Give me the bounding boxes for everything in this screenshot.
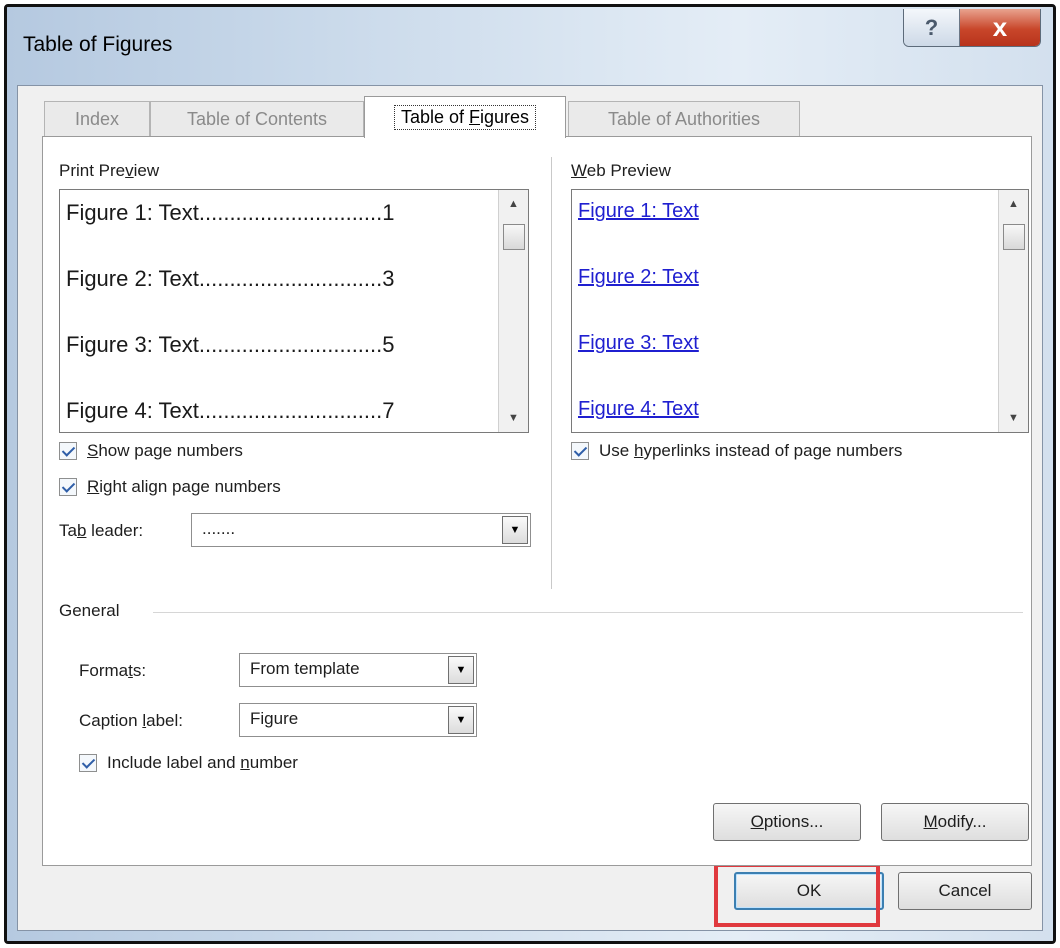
tab-label: Table of Authorities [607, 109, 761, 129]
window-controls: ? x [903, 9, 1041, 47]
tab-label: Table of Contents [186, 109, 328, 129]
print-preview-label: Print Preview [59, 161, 160, 180]
formats-label: Formats: [79, 661, 147, 680]
dialog-title: Table of Figures [23, 33, 173, 56]
button-label: Modify... [923, 812, 987, 831]
include-label-number-checkbox[interactable]: Include label and number [79, 753, 298, 773]
print-preview-box[interactable]: Figure 1: Text..........................… [59, 189, 529, 433]
tab-index[interactable]: Index [44, 101, 150, 137]
use-hyperlinks-checkbox[interactable]: Use hyperlinks instead of page numbers [571, 441, 902, 461]
tab-leader-select[interactable]: ....... ▼ [191, 513, 531, 547]
chevron-down-icon[interactable]: ▼ [448, 656, 474, 684]
formats-value: From template [250, 659, 360, 678]
web-preview-link: Figure 1: Text [578, 200, 699, 222]
checkbox-checked-icon[interactable] [59, 442, 77, 460]
help-icon: ? [924, 14, 939, 40]
checkbox-label: Include label and number [107, 753, 298, 772]
caption-label-label: Caption label: [79, 711, 183, 730]
scroll-up-icon[interactable]: ▲ [999, 192, 1028, 216]
close-button[interactable]: x [960, 9, 1040, 46]
button-label: OK [796, 881, 822, 900]
tab-table-of-contents[interactable]: Table of Contents [150, 101, 364, 137]
web-preview-scrollbar[interactable]: ▲ ▼ [998, 190, 1028, 432]
modify-button[interactable]: Modify... [881, 803, 1029, 841]
chevron-down-icon[interactable]: ▼ [448, 706, 474, 734]
scroll-down-icon[interactable]: ▼ [499, 406, 528, 430]
chevron-down-icon[interactable]: ▼ [502, 516, 528, 544]
scroll-down-icon[interactable]: ▼ [999, 406, 1028, 430]
tab-table-of-figures[interactable]: Table of Figures [364, 96, 566, 138]
checkbox-label: Use hyperlinks instead of page numbers [599, 441, 903, 460]
scroll-up-icon[interactable]: ▲ [499, 192, 528, 216]
web-preview-label: Web Preview [571, 161, 671, 180]
print-preview-item: Figure 2: Text..........................… [66, 266, 395, 291]
button-label: Options... [750, 812, 824, 831]
tab-leader-value: ....... [202, 519, 236, 538]
formats-select[interactable]: From template ▼ [239, 653, 477, 687]
tab-table-of-authorities[interactable]: Table of Authorities [568, 101, 800, 137]
checkbox-label: Show page numbers [87, 441, 243, 460]
scroll-thumb[interactable] [503, 224, 525, 250]
dialog-client-area: Index Table of Contents Table of Figures… [17, 85, 1043, 931]
checkbox-checked-icon[interactable] [79, 754, 97, 772]
button-label: Cancel [938, 881, 992, 900]
tab-panel: Print Preview Figure 1: Text............… [42, 136, 1032, 866]
web-preview-link: Figure 2: Text [578, 266, 699, 288]
tab-label: Table of Figures [393, 105, 537, 130]
show-page-numbers-checkbox[interactable]: Show page numbers [59, 441, 243, 461]
right-align-checkbox[interactable]: Right align page numbers [59, 477, 281, 497]
print-preview-item: Figure 3: Text..........................… [66, 332, 395, 357]
caption-label-select[interactable]: Figure ▼ [239, 703, 477, 737]
group-separator [153, 612, 1023, 613]
checkbox-checked-icon[interactable] [59, 478, 77, 496]
close-icon: x [992, 12, 1008, 42]
cancel-button[interactable]: Cancel [898, 872, 1032, 910]
web-preview-box[interactable]: Figure 1: Text Figure 2: Text Figure 3: … [571, 189, 1029, 433]
general-group-label: General [59, 601, 120, 620]
print-preview-scrollbar[interactable]: ▲ ▼ [498, 190, 528, 432]
caption-label-value: Figure [250, 709, 299, 728]
tab-label: Index [74, 109, 120, 129]
web-preview-link: Figure 4: Text [578, 398, 699, 420]
options-button[interactable]: Options... [713, 803, 861, 841]
title-bar: Table of Figures ? x [7, 7, 1053, 85]
help-button[interactable]: ? [904, 9, 960, 46]
web-preview-link: Figure 3: Text [578, 332, 699, 354]
ok-button[interactable]: OK [734, 872, 884, 910]
print-preview-item: Figure 4: Text..........................… [66, 398, 395, 423]
checkbox-label: Right align page numbers [87, 477, 281, 496]
scroll-thumb[interactable] [1003, 224, 1025, 250]
checkbox-checked-icon[interactable] [571, 442, 589, 460]
dialog-window: Table of Figures ? x Index Table of Cont… [4, 4, 1056, 944]
tab-leader-label: Tab leader: [59, 521, 144, 540]
print-preview-item: Figure 1: Text..........................… [66, 200, 395, 225]
column-divider [551, 157, 552, 589]
